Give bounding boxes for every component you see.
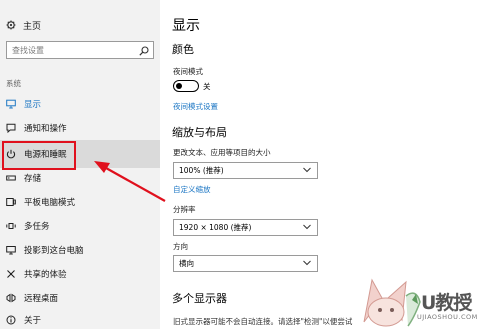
shared-experience-icon xyxy=(6,269,16,279)
home-label: 主页 xyxy=(23,21,42,32)
page-title: 显示 xyxy=(172,18,200,34)
section-label: 系统 xyxy=(6,79,21,88)
search-input[interactable] xyxy=(12,45,132,55)
search-box xyxy=(6,41,154,59)
sidebar-item-remote-desktop[interactable]: 远程桌面 xyxy=(0,286,160,310)
sidebar-item-label: 平板电脑模式 xyxy=(24,198,76,208)
sidebar-item-label: 共享的体验 xyxy=(24,270,67,280)
chevron-down-icon xyxy=(303,167,311,173)
gear-icon xyxy=(6,20,16,30)
night-mode-state: 关 xyxy=(203,82,211,91)
sidebar-item-label: 远程桌面 xyxy=(24,294,59,304)
notification-icon xyxy=(6,123,16,133)
night-mode-toggle[interactable] xyxy=(173,80,199,92)
sidebar-item-label: 存储 xyxy=(24,174,42,184)
scale-section-heading: 缩放与布局 xyxy=(172,126,227,139)
sidebar-item-label: 显示 xyxy=(24,100,42,110)
sidebar-item-tablet-mode[interactable]: 平板电脑模式 xyxy=(0,190,160,214)
resolution-value: 1920 × 1080 (推荐) xyxy=(179,223,252,232)
highlight-box xyxy=(2,141,76,170)
watermark-domain: UJIAOSHOU.COM xyxy=(417,313,478,321)
orientation-value: 横向 xyxy=(179,259,194,268)
sidebar-item-display[interactable]: 显示 xyxy=(0,92,160,116)
monitor-icon xyxy=(6,99,16,109)
resolution-label: 分辨率 xyxy=(173,205,196,214)
remote-desktop-icon xyxy=(6,293,16,303)
sidebar-item-label: 关于 xyxy=(24,316,42,326)
scale-label: 更改文本、应用等项目的大小 xyxy=(173,148,271,157)
resolution-dropdown[interactable]: 1920 × 1080 (推荐) xyxy=(173,219,318,236)
multi-display-heading: 多个显示器 xyxy=(172,292,227,305)
sidebar-item-project[interactable]: 投影到这台电脑 xyxy=(0,238,160,262)
home-link[interactable]: 主页 xyxy=(6,17,41,33)
chevron-down-icon xyxy=(303,260,311,266)
custom-scale-link[interactable]: 自定义缩放 xyxy=(173,184,211,195)
sidebar-item-multitasking[interactable]: 多任务 xyxy=(0,214,160,238)
search-icon[interactable] xyxy=(139,46,149,56)
sidebar-item-notifications[interactable]: 通知和操作 xyxy=(0,116,160,140)
multi-display-text: 旧式显示器可能不会自动连接。请选择"检测"以便尝试 xyxy=(173,317,353,326)
scale-value: 100% (推荐) xyxy=(179,166,224,175)
project-icon xyxy=(6,245,16,255)
night-mode-settings-link[interactable]: 夜间模式设置 xyxy=(173,101,218,112)
orientation-dropdown[interactable]: 横向 xyxy=(173,255,318,272)
color-section-heading: 颜色 xyxy=(172,43,194,56)
sidebar-item-shared-experiences[interactable]: 共享的体验 xyxy=(0,262,160,286)
orientation-label: 方向 xyxy=(173,242,188,251)
multitask-icon xyxy=(6,221,16,231)
chevron-down-icon xyxy=(303,224,311,230)
scale-dropdown[interactable]: 100% (推荐) xyxy=(173,162,318,179)
about-icon xyxy=(6,315,16,325)
storage-icon xyxy=(6,173,16,183)
tablet-mode-icon xyxy=(6,197,16,207)
watermark-brand: U教授 xyxy=(421,292,472,314)
sidebar-item-about[interactable]: 关于 xyxy=(0,311,160,329)
night-mode-label: 夜间模式 xyxy=(173,67,203,76)
sidebar-item-label: 多任务 xyxy=(24,222,50,232)
sidebar-item-label: 投影到这台电脑 xyxy=(24,246,84,256)
sidebar-item-label: 通知和操作 xyxy=(24,124,67,134)
